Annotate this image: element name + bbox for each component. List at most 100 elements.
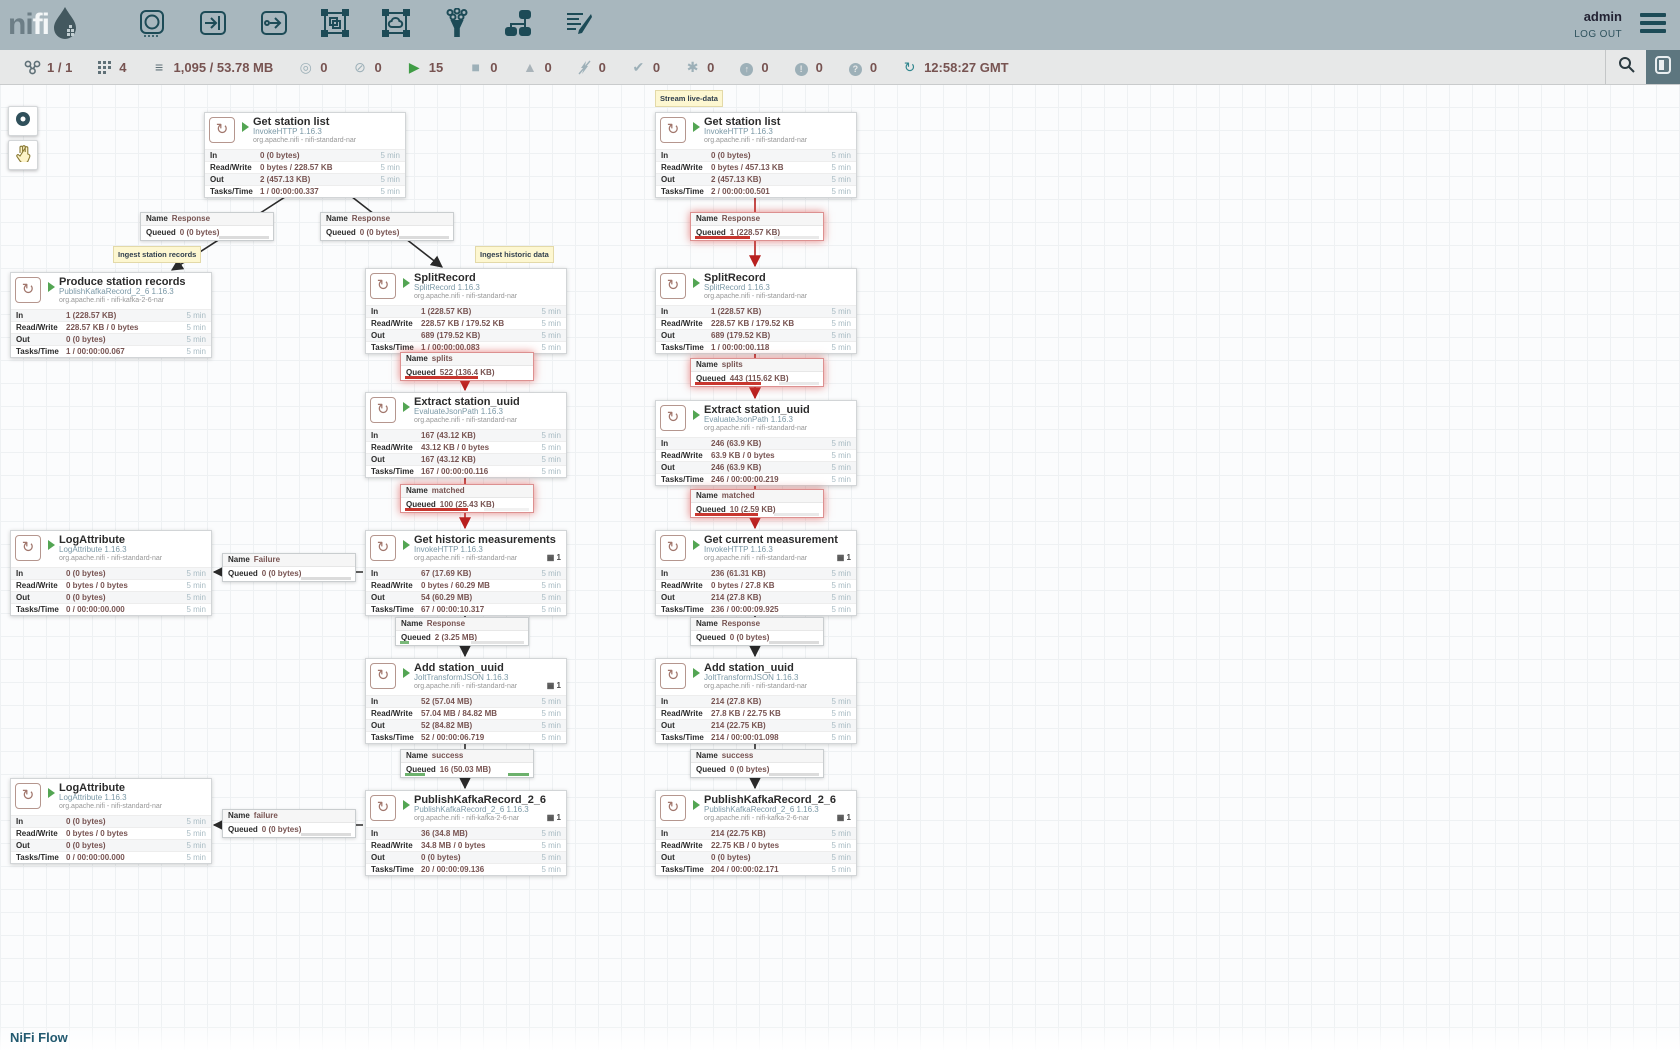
toolbar-process-group-button[interactable]: [318, 8, 352, 42]
processor-get-station-list[interactable]: ↻ Get station list InvokeHTTP 1.16.3 org…: [655, 112, 857, 198]
toolbar-template-button[interactable]: [501, 8, 535, 42]
connection-matched[interactable]: Namematched Queued10 (2.59 KB): [690, 489, 824, 518]
processor-splitrecord[interactable]: ↻ SplitRecord SplitRecord 1.16.3 org.apa…: [365, 268, 567, 354]
processor-icon: ↻: [660, 663, 686, 689]
component-toolbar: [135, 8, 596, 42]
connection-success[interactable]: Namesuccess Queued16 (50.03 MB): [400, 749, 534, 778]
read-write-stat: 0 bytes / 0 bytes: [66, 828, 186, 839]
locally-modified-count: 0: [707, 60, 714, 75]
processor-extract-station-uuid[interactable]: ↻ Extract station_uuid EvaluateJsonPath …: [655, 400, 857, 486]
out-stat: 0 (0 bytes): [711, 852, 831, 863]
connection-matched[interactable]: Namematched Queued100 (25.43 KB): [400, 484, 534, 513]
read-write-stat: 63.9 KB / 0 bytes: [711, 450, 831, 461]
out-stat: 2 (457.13 KB): [260, 174, 380, 185]
connection-failure[interactable]: NameFailure Queued0 (0 bytes): [222, 553, 356, 582]
active-thread-count: ▦ 1: [547, 813, 561, 822]
queued-stat: 0 (0 bytes): [262, 569, 302, 578]
toolbar-remote-process-group-button[interactable]: [379, 8, 413, 42]
toolbar-label-button[interactable]: [562, 8, 596, 42]
running-status-icon: [693, 278, 700, 288]
out-stat: 214 (22.75 KB): [711, 720, 831, 731]
label-ingest-historic-data[interactable]: Ingest historic data: [475, 246, 554, 263]
connection-response[interactable]: NameResponse Queued0 (0 bytes): [320, 212, 454, 241]
processor-type: EvaluateJsonPath 1.16.3: [704, 416, 810, 425]
connection-splits[interactable]: Namesplits Queued522 (136.4 KB): [400, 352, 534, 381]
in-stat: 214 (22.75 KB): [711, 828, 831, 839]
connection-response[interactable]: NameResponse Queued0 (0 bytes): [690, 617, 824, 646]
connection-failure[interactable]: Namefailure Queued0 (0 bytes): [222, 809, 356, 838]
processor-get-current-measurement[interactable]: ↻ Get current measurement InvokeHTTP 1.1…: [655, 530, 857, 616]
in-stat: 0 (0 bytes): [711, 150, 831, 161]
status-running: ▶15: [406, 59, 443, 76]
connection-name: failure: [254, 811, 278, 820]
processor-type: LogAttribute 1.16.3: [59, 794, 162, 803]
processor-add-station-uuid[interactable]: ↻ Add station_uuid JoltTransformJSON 1.1…: [655, 658, 857, 744]
processor-logattribute[interactable]: ↻ LogAttribute LogAttribute 1.16.3 org.a…: [10, 778, 212, 864]
status-disabled: 0: [576, 60, 606, 75]
birdseye-button[interactable]: [8, 106, 38, 136]
tasks-time-stat: 0 / 00:00:00.000: [66, 852, 186, 863]
status-refresh[interactable]: ↻ 12:58:27 GMT: [901, 59, 1009, 76]
read-write-stat: 228.57 KB / 0 bytes: [66, 322, 186, 333]
toolbar-output-port-button[interactable]: [257, 8, 291, 42]
toolbar-funnel-button[interactable]: [440, 8, 474, 42]
not-transmitting-icon: ⊘: [352, 59, 369, 76]
processor-splitrecord[interactable]: ↻ SplitRecord SplitRecord 1.16.3 org.apa…: [655, 268, 857, 354]
running-status-icon: [403, 278, 410, 288]
tasks-time-stat: 52 / 00:00:06.719: [421, 732, 541, 743]
locally-modified-stale-icon: !: [793, 59, 810, 76]
status-transmitting: ◎0: [297, 59, 327, 76]
processor-bundle: org.apache.nifi - nifi-standard-nar: [704, 555, 838, 563]
status-active-threads: 4: [96, 60, 126, 75]
transmitting-icon: ◎: [297, 59, 314, 76]
queued-icon: ≡: [151, 59, 168, 75]
status-stale: ↑0: [738, 59, 768, 76]
processor-bundle: org.apache.nifi - nifi-standard-nar: [704, 293, 807, 301]
tasks-time-stat: 214 / 00:00:01.098: [711, 732, 831, 743]
label-icon: [564, 8, 594, 43]
running-icon: ▶: [406, 59, 423, 76]
in-stat: 36 (34.8 MB): [421, 828, 541, 839]
out-stat: 0 (0 bytes): [66, 840, 186, 851]
connection-name: matched: [432, 486, 465, 495]
running-status-icon: [693, 410, 700, 420]
breadcrumb[interactable]: NiFi Flow: [10, 1030, 68, 1045]
search-button[interactable]: [1605, 50, 1646, 84]
connection-name: Response: [352, 214, 390, 223]
hand-button[interactable]: [8, 140, 38, 170]
processor-publishkafkarecord-2-6[interactable]: ↻ PublishKafkaRecord_2_6 PublishKafkaRec…: [655, 790, 857, 876]
connection-response[interactable]: NameResponse Queued2 (3.25 MB): [395, 617, 529, 646]
label-ingest-station-records[interactable]: Ingest station records: [113, 246, 201, 263]
processor-extract-station-uuid[interactable]: ↻ Extract station_uuid EvaluateJsonPath …: [365, 392, 567, 478]
read-write-stat: 228.57 KB / 179.52 KB: [421, 318, 541, 329]
toolbar-processor-button[interactable]: [135, 8, 169, 42]
processor-produce-station-records[interactable]: ↻ Produce station records PublishKafkaRe…: [10, 272, 212, 358]
processor-icon: ↻: [660, 117, 686, 143]
connection-response[interactable]: NameResponse Queued1 (228.57 KB): [690, 212, 824, 241]
label-stream-live-data[interactable]: Stream live-data: [655, 90, 723, 107]
connection-response[interactable]: NameResponse Queued0 (0 bytes): [140, 212, 274, 241]
status-up-to-date: ✔0: [630, 59, 660, 76]
processor-publishkafkarecord-2-6[interactable]: ↻ PublishKafkaRecord_2_6 PublishKafkaRec…: [365, 790, 567, 876]
in-stat: 0 (0 bytes): [66, 816, 186, 827]
logout-link[interactable]: LOG OUT: [1574, 27, 1622, 42]
processor-bundle: org.apache.nifi - nifi-kafka-2-6-nar: [704, 815, 836, 823]
active-threads-icon: [96, 60, 113, 75]
processor-get-historic-measurements[interactable]: ↻ Get historic measurements InvokeHTTP 1…: [365, 530, 567, 616]
global-menu-button[interactable]: [1640, 13, 1666, 33]
read-write-stat: 27.8 KB / 22.75 KB: [711, 708, 831, 719]
birdseye-icon: [14, 110, 32, 133]
processor-get-station-list[interactable]: ↻ Get station list InvokeHTTP 1.16.3 org…: [204, 112, 406, 198]
panel-icon: [1655, 56, 1671, 79]
processor-add-station-uuid[interactable]: ↻ Add station_uuid JoltTransformJSON 1.1…: [365, 658, 567, 744]
flow-canvas[interactable]: Ingest station records Ingest historic da…: [0, 84, 1680, 1050]
connection-splits[interactable]: Namesplits Queued443 (115.62 KB): [690, 358, 824, 387]
tasks-time-stat: 167 / 00:00:00.116: [421, 466, 541, 477]
processor-logattribute[interactable]: ↻ LogAttribute LogAttribute 1.16.3 org.a…: [10, 530, 212, 616]
panel-toggle-button[interactable]: [1646, 50, 1680, 84]
tasks-time-stat: 1 / 00:00:00.067: [66, 346, 186, 357]
processor-bundle: org.apache.nifi - nifi-kafka-2-6-nar: [414, 815, 546, 823]
read-write-stat: 228.57 KB / 179.52 KB: [711, 318, 831, 329]
connection-success[interactable]: Namesuccess Queued0 (0 bytes): [690, 749, 824, 778]
toolbar-input-port-button[interactable]: [196, 8, 230, 42]
